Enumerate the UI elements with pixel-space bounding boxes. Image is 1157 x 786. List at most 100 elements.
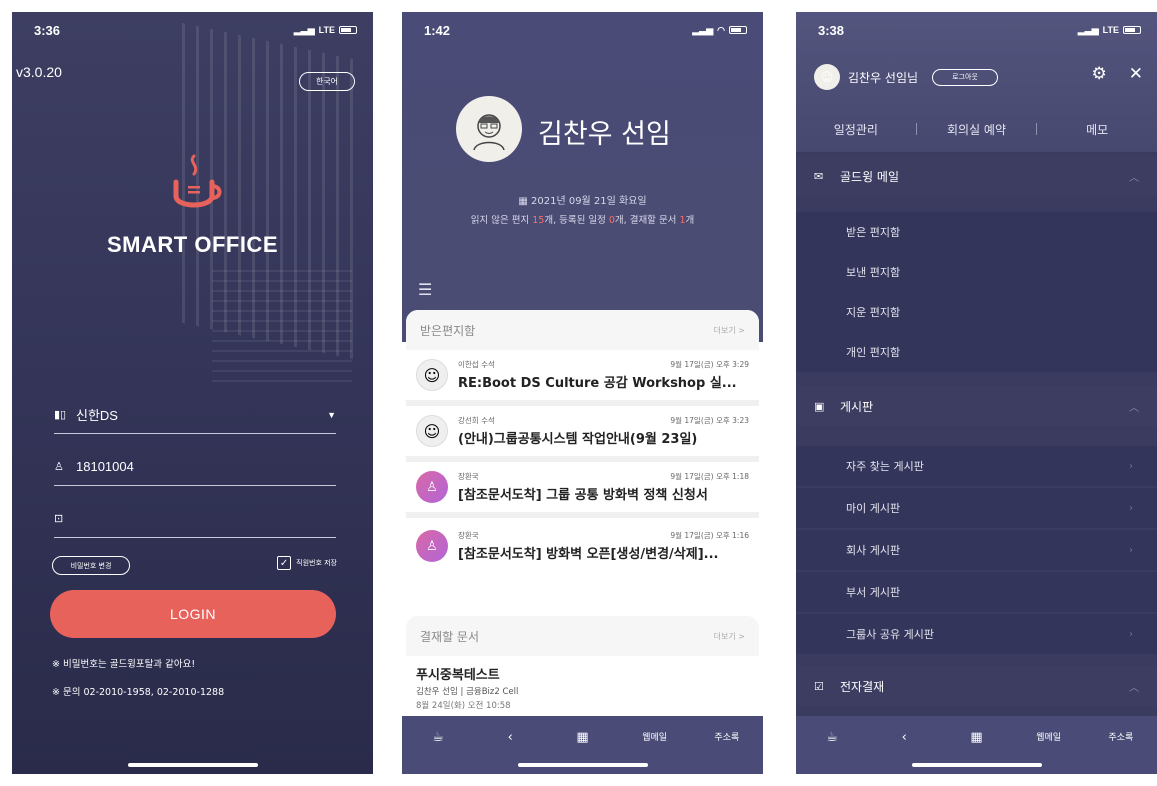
tab-schedule[interactable]: 일정관리: [796, 121, 916, 138]
menu-item-group-board[interactable]: 그룹사 공유 게시판 ›: [796, 614, 1157, 654]
profile-header: [402, 12, 763, 342]
cup-logo-icon[interactable]: ☕: [418, 730, 458, 745]
status-indicators: ▂▃▅ ◠: [692, 25, 747, 36]
mail-date: 9월 17일(금) 오후 1:18: [670, 472, 749, 481]
save-id-label: 직원번호 저장: [296, 559, 337, 567]
mail-subject: RE:Boot DS Culture 공감 Workshop 실...: [458, 376, 737, 391]
user-avatar-icon: ♙: [416, 530, 448, 562]
avatar: [456, 96, 522, 162]
menu-item-label: 회사 게시판: [846, 544, 901, 557]
grid-icon[interactable]: ▦: [956, 730, 996, 745]
logout-button[interactable]: 로그아웃: [932, 68, 999, 86]
menu-item-label: 마이 게시판: [846, 502, 901, 515]
change-password-button[interactable]: 비밀번호 변경: [52, 556, 130, 575]
language-button[interactable]: 한국어: [299, 72, 355, 91]
user-name: 김찬우 선임님: [848, 70, 919, 85]
mail-icon: ✉: [814, 169, 824, 183]
back-icon[interactable]: ‹: [884, 730, 924, 745]
home-indicator: [911, 763, 1042, 767]
menu-item-department-board[interactable]: 부서 게시판: [796, 572, 1157, 612]
mail-item[interactable]: ☺ 이한섭 수석 9월 17일(금) 오후 3:29 RE:Boot DS Cul…: [406, 350, 759, 406]
approval-item[interactable]: 푸시중복테스트 김찬우 선임 | 금융Biz2 Cell 8월 24일(화) 오…: [406, 656, 759, 719]
password-field[interactable]: ⊡: [54, 500, 336, 538]
inbox-more-link[interactable]: 더보기 >: [714, 325, 745, 336]
header-controls: ⚙ ✕: [1092, 64, 1144, 84]
status-time: 3:38: [818, 22, 845, 38]
network-label: LTE: [318, 25, 335, 35]
summary-mid1: 개, 등록된 일정: [544, 215, 606, 226]
gear-icon[interactable]: ⚙: [1092, 64, 1107, 84]
mail-item[interactable]: ☺ 강선희 수석 9월 17일(금) 오후 3:23 (안내)그룹공통시스템 작업…: [406, 406, 759, 462]
chevron-up-icon: ︿: [1129, 402, 1139, 414]
summary-line: 읽지 않은 편지 15개, 등록된 일정 0개, 결재할 문서 1개: [402, 212, 763, 226]
back-icon[interactable]: ‹: [490, 730, 530, 745]
mail-subject: [참조문서도착] 방화벽 오픈[생성/변경/삭제]...: [458, 547, 719, 562]
tab-contacts[interactable]: 주소록: [707, 730, 747, 743]
menu-item-favorite-board[interactable]: 자주 찾는 게시판 ›: [796, 446, 1157, 486]
employee-id-field[interactable]: ♙ 18101004: [54, 448, 336, 486]
login-button[interactable]: LOGIN: [50, 590, 336, 638]
mail-sender: 장환국: [458, 531, 479, 540]
save-id-toggle[interactable]: ✓ 직원번호 저장: [277, 556, 337, 570]
status-indicators: ▂▃▅ LTE: [294, 25, 357, 36]
today-date: 2021년 09월 21일 화요일: [531, 196, 647, 207]
menu-item-deleted[interactable]: 지운 편지함: [796, 292, 1157, 332]
mail-item[interactable]: ♙ 장환국 9월 17일(금) 오후 1:16 [참조문서도착] 방화벽 오픈[생…: [406, 518, 759, 574]
unread-count: 15: [532, 215, 545, 226]
tab-contacts[interactable]: 주소록: [1101, 730, 1141, 743]
battery-icon: [729, 26, 747, 34]
calendar-icon: ▦: [518, 196, 531, 207]
cup-logo-icon: [173, 154, 222, 208]
chevron-right-icon: ›: [1129, 544, 1133, 556]
approval-card: 결재할 문서 더보기 > 푸시중복테스트 김찬우 선임 | 금융Biz2 Cel…: [406, 616, 759, 719]
wifi-icon: ◠: [717, 24, 725, 35]
menu-item-label: 지운 편지함: [846, 306, 901, 319]
chevron-right-icon: ›: [1129, 460, 1133, 472]
signal-icon: ▂▃▅: [692, 24, 714, 35]
date-line: ▦ 2021년 09월 21일 화요일: [402, 192, 763, 207]
mail-item[interactable]: ♙ 장환국 9월 17일(금) 오후 1:18 [참조문서도착] 그룹 공통 방화…: [406, 462, 759, 518]
section-board[interactable]: ▣ 게시판 ︿: [796, 386, 1157, 426]
close-icon[interactable]: ✕: [1129, 64, 1143, 84]
section-title: 골드윙 메일: [840, 169, 900, 184]
mail-subject: [참조문서도착] 그룹 공통 방화벽 정책 신청서: [458, 488, 708, 503]
user-info: ☺ 김찬우 선임님 로그아웃: [814, 64, 999, 90]
tab-meeting-room[interactable]: 회의실 예약: [917, 121, 1037, 138]
tab-webmail[interactable]: 웹메일: [635, 730, 675, 743]
menu-screen: 3:38 ▂▃▅ LTE ☺ 김찬우 선임님 로그아웃 ⚙ ✕ 일정관리 회의실…: [796, 12, 1157, 774]
grid-icon[interactable]: ▦: [562, 730, 602, 745]
tab-webmail[interactable]: 웹메일: [1029, 730, 1069, 743]
menu-item-company-board[interactable]: 회사 게시판 ›: [796, 530, 1157, 570]
menu-item-personal[interactable]: 개인 편지함: [796, 332, 1157, 372]
board-icon: ▣: [814, 399, 825, 413]
lock-icon: ⊡: [54, 513, 64, 525]
employee-id-value: 18101004: [76, 459, 134, 474]
mail-date: 9월 17일(금) 오후 1:16: [670, 531, 749, 540]
section-approval[interactable]: ☑ 전자결재 ︿: [796, 666, 1157, 706]
menu-item-label: 보낸 편지함: [846, 266, 901, 279]
approval-more-link[interactable]: 더보기 >: [714, 631, 745, 642]
status-indicators: ▂▃▅ LTE: [1078, 25, 1141, 36]
tab-memo[interactable]: 메모: [1037, 121, 1157, 138]
company-select[interactable]: ▮▯ 신한DS ▼: [54, 396, 336, 434]
menu-item-sent[interactable]: 보낸 편지함: [796, 252, 1157, 292]
cup-logo-icon[interactable]: ☕: [812, 730, 852, 745]
status-bar: 3:38 ▂▃▅ LTE: [796, 12, 1157, 48]
signal-icon: ▂▃▅: [1077, 24, 1099, 35]
face-avatar-icon: ☺: [416, 359, 448, 391]
summary-mid2: 개, 결재할 문서: [614, 215, 677, 226]
menu-item-my-board[interactable]: 마이 게시판 ›: [796, 488, 1157, 528]
chevron-up-icon: ︿: [1129, 682, 1139, 694]
checkbox-icon[interactable]: ✓: [277, 556, 292, 570]
user-avatar-icon: ♙: [416, 471, 448, 503]
section-mail[interactable]: ✉ 골드윙 메일 ︿: [796, 156, 1157, 196]
mail-sender: 장환국: [458, 472, 479, 481]
brand-title: SMART OFFICE: [107, 232, 278, 257]
mail-subject: (안내)그룹공통시스템 작업안내(9월 23일): [458, 432, 698, 447]
section-title: 게시판: [840, 399, 874, 414]
chevron-up-icon: ︿: [1129, 172, 1139, 184]
menu-icon[interactable]: ☰: [418, 280, 432, 299]
menu-item-inbox[interactable]: 받은 편지함: [796, 212, 1157, 252]
company-value: 신한DS: [76, 408, 118, 423]
network-label: LTE: [1102, 25, 1119, 35]
